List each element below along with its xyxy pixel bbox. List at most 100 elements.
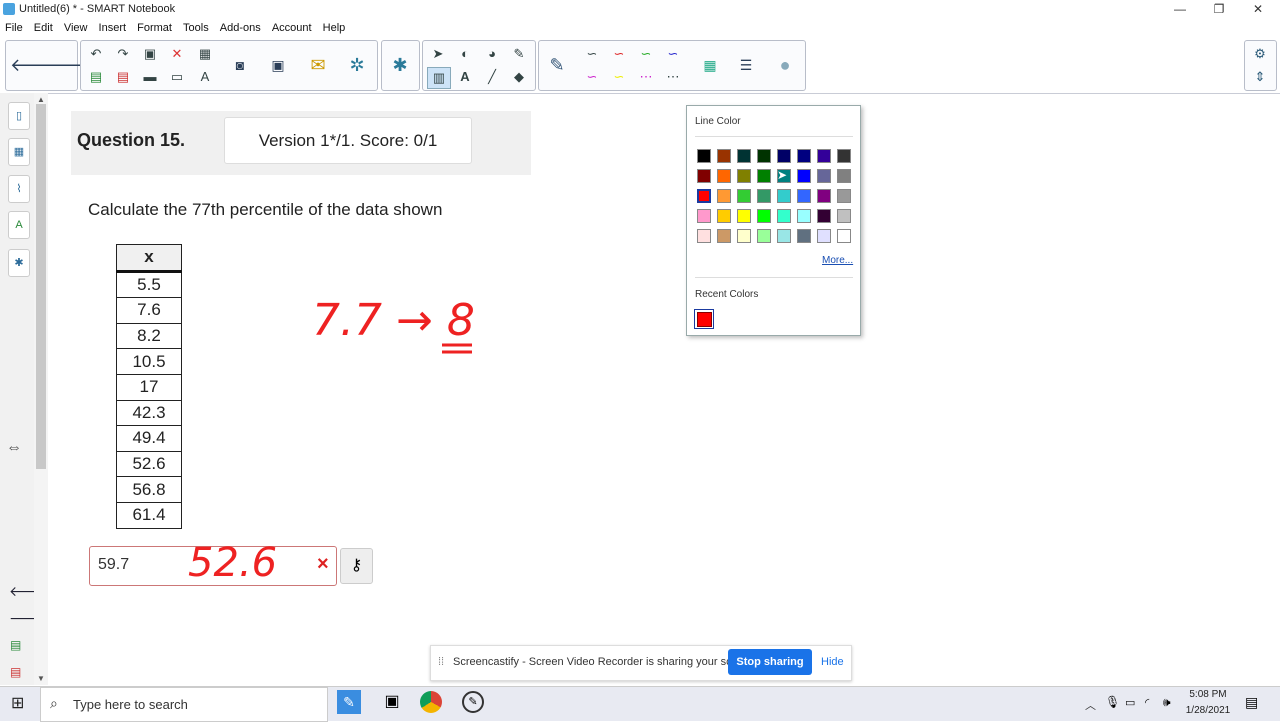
previous-page-icon[interactable]: 🡐 bbox=[10, 45, 58, 85]
color-swatch[interactable] bbox=[697, 209, 711, 223]
addons-icon[interactable]: ✱ bbox=[8, 249, 30, 277]
attachments-icon[interactable]: ⌇ bbox=[8, 175, 30, 203]
color-swatch[interactable] bbox=[717, 209, 731, 223]
color-swatch[interactable] bbox=[797, 149, 811, 163]
color-swatch[interactable] bbox=[697, 149, 711, 163]
color-swatch[interactable] bbox=[697, 169, 711, 183]
sidebar-add-page-icon[interactable]: ▤ bbox=[10, 638, 21, 652]
color-swatch[interactable] bbox=[837, 189, 851, 203]
next-page-icon[interactable]: 🡒 bbox=[46, 45, 94, 85]
clock-date[interactable]: 1/28/2021 bbox=[1184, 705, 1232, 716]
toolbar-move-icon[interactable]: ⇕ bbox=[1249, 67, 1271, 87]
color-swatch[interactable] bbox=[817, 189, 831, 203]
pen-app-icon[interactable]: ✎ bbox=[462, 691, 484, 713]
scroll-down-icon[interactable]: ▼ bbox=[37, 674, 45, 683]
scroll-up-icon[interactable]: ▲ bbox=[37, 95, 45, 104]
select-icon[interactable]: ➤ bbox=[427, 44, 449, 64]
color-swatch[interactable] bbox=[757, 209, 771, 223]
settings-gear-icon[interactable]: ⚙ bbox=[1249, 44, 1271, 64]
page-sorter-icon[interactable]: ▯ bbox=[8, 102, 30, 130]
shapes-icon[interactable]: ◐ bbox=[454, 44, 476, 64]
minimize-button[interactable]: — bbox=[1168, 2, 1192, 18]
pen-black-icon[interactable]: ∽ bbox=[581, 44, 603, 64]
menu-addons[interactable]: Add-ons bbox=[220, 22, 261, 34]
text-tool-icon[interactable]: A bbox=[454, 67, 476, 87]
color-palette-icon[interactable]: ▦ bbox=[696, 45, 724, 85]
color-swatch[interactable] bbox=[737, 149, 751, 163]
color-swatch[interactable] bbox=[717, 229, 731, 243]
drag-handle-icon[interactable]: ⁞⁞ bbox=[438, 656, 444, 668]
menu-tools[interactable]: Tools bbox=[183, 22, 209, 34]
table-icon[interactable]: ▦ bbox=[194, 44, 216, 64]
paste-icon[interactable]: ▣ bbox=[139, 44, 161, 64]
taskbar-search[interactable]: ⌕ Type here to search bbox=[40, 687, 328, 722]
color-swatch[interactable] bbox=[777, 189, 791, 203]
scroll-thumb[interactable] bbox=[36, 104, 46, 469]
delete-page-icon[interactable]: ▤ bbox=[112, 67, 134, 87]
color-swatch[interactable] bbox=[817, 229, 831, 243]
menu-account[interactable]: Account bbox=[272, 22, 312, 34]
menu-format[interactable]: Format bbox=[137, 22, 172, 34]
menu-view[interactable]: View bbox=[64, 22, 88, 34]
hide-button[interactable]: Hide bbox=[821, 656, 844, 668]
save-icon[interactable]: ▬ bbox=[139, 67, 161, 87]
pen-dashed-icon[interactable]: ⋯ bbox=[635, 67, 657, 87]
wifi-icon[interactable]: ◜ bbox=[1145, 696, 1149, 709]
color-swatch[interactable] bbox=[797, 169, 811, 183]
color-swatch[interactable] bbox=[717, 189, 731, 203]
recent-color-red[interactable] bbox=[694, 309, 714, 329]
color-swatch[interactable] bbox=[737, 169, 751, 183]
line-tool-icon[interactable]: ╱ bbox=[481, 67, 503, 87]
document-camera-icon[interactable]: ▣ bbox=[264, 45, 292, 85]
close-button[interactable]: ✕ bbox=[1246, 2, 1270, 18]
color-swatch[interactable] bbox=[717, 149, 731, 163]
eraser-icon[interactable]: ◆ bbox=[508, 67, 530, 87]
gallery-icon[interactable]: ▦ bbox=[8, 138, 30, 166]
microphone-icon[interactable]: 🎙 bbox=[1105, 695, 1120, 709]
more-colors-link[interactable]: More... bbox=[822, 255, 853, 266]
clock-time[interactable]: 5:08 PM bbox=[1188, 689, 1228, 700]
pen-green-icon[interactable]: ∽ bbox=[635, 44, 657, 64]
pen-red-icon[interactable]: ∽ bbox=[608, 44, 630, 64]
color-swatch[interactable] bbox=[797, 229, 811, 243]
magic-pen-icon[interactable]: ✎ bbox=[508, 44, 530, 64]
pen-tool-icon[interactable]: ▥ bbox=[427, 67, 451, 89]
color-swatch[interactable] bbox=[757, 189, 771, 203]
pen-icon[interactable]: ✎ bbox=[543, 45, 571, 85]
pen-blue-icon[interactable]: ∽ bbox=[662, 44, 684, 64]
chrome-icon[interactable] bbox=[420, 691, 442, 713]
menu-insert[interactable]: Insert bbox=[99, 22, 127, 34]
color-swatch[interactable] bbox=[837, 149, 851, 163]
color-swatch[interactable] bbox=[797, 189, 811, 203]
color-swatch[interactable] bbox=[777, 229, 791, 243]
color-swatch[interactable] bbox=[837, 209, 851, 223]
windows-start-icon[interactable]: ⊞ bbox=[11, 693, 24, 713]
font-size-icon[interactable]: A bbox=[194, 67, 216, 87]
transparency-icon[interactable]: ● bbox=[771, 45, 799, 85]
maximize-button[interactable]: ❐ bbox=[1207, 2, 1231, 18]
delete-icon[interactable]: ✕ bbox=[166, 44, 188, 64]
pen-magenta-icon[interactable]: ∽ bbox=[581, 67, 603, 87]
color-swatch[interactable] bbox=[696, 188, 712, 204]
sidebar-delete-page-icon[interactable]: ▤ bbox=[10, 665, 21, 679]
sidebar-toggle-icon[interactable]: ⇔ bbox=[6, 439, 22, 457]
properties-icon[interactable]: A bbox=[8, 211, 30, 239]
color-swatch[interactable] bbox=[777, 149, 791, 163]
menu-edit[interactable]: Edit bbox=[34, 22, 53, 34]
notifications-icon[interactable]: ▤ bbox=[1245, 694, 1258, 711]
color-swatch[interactable] bbox=[757, 149, 771, 163]
camera-icon[interactable]: ◙ bbox=[226, 45, 254, 85]
undo-icon[interactable]: ↶ bbox=[85, 44, 107, 64]
color-swatch[interactable] bbox=[837, 229, 851, 243]
response-icon[interactable]: ✉ bbox=[304, 45, 332, 85]
answer-value[interactable]: 59.7 bbox=[98, 556, 129, 574]
answer-key-icon[interactable]: ⚷ bbox=[340, 548, 373, 584]
color-swatch[interactable] bbox=[817, 209, 831, 223]
color-swatch[interactable] bbox=[817, 149, 831, 163]
lab-tools-icon[interactable]: ✲ bbox=[343, 45, 371, 85]
chevron-up-icon[interactable]: ︿ bbox=[1085, 697, 1096, 713]
volume-icon[interactable]: 🕪 bbox=[1163, 695, 1171, 710]
new-page-icon[interactable]: ▤ bbox=[85, 67, 107, 87]
line-style-icon[interactable]: ☰ bbox=[732, 45, 760, 85]
color-swatch[interactable] bbox=[817, 169, 831, 183]
